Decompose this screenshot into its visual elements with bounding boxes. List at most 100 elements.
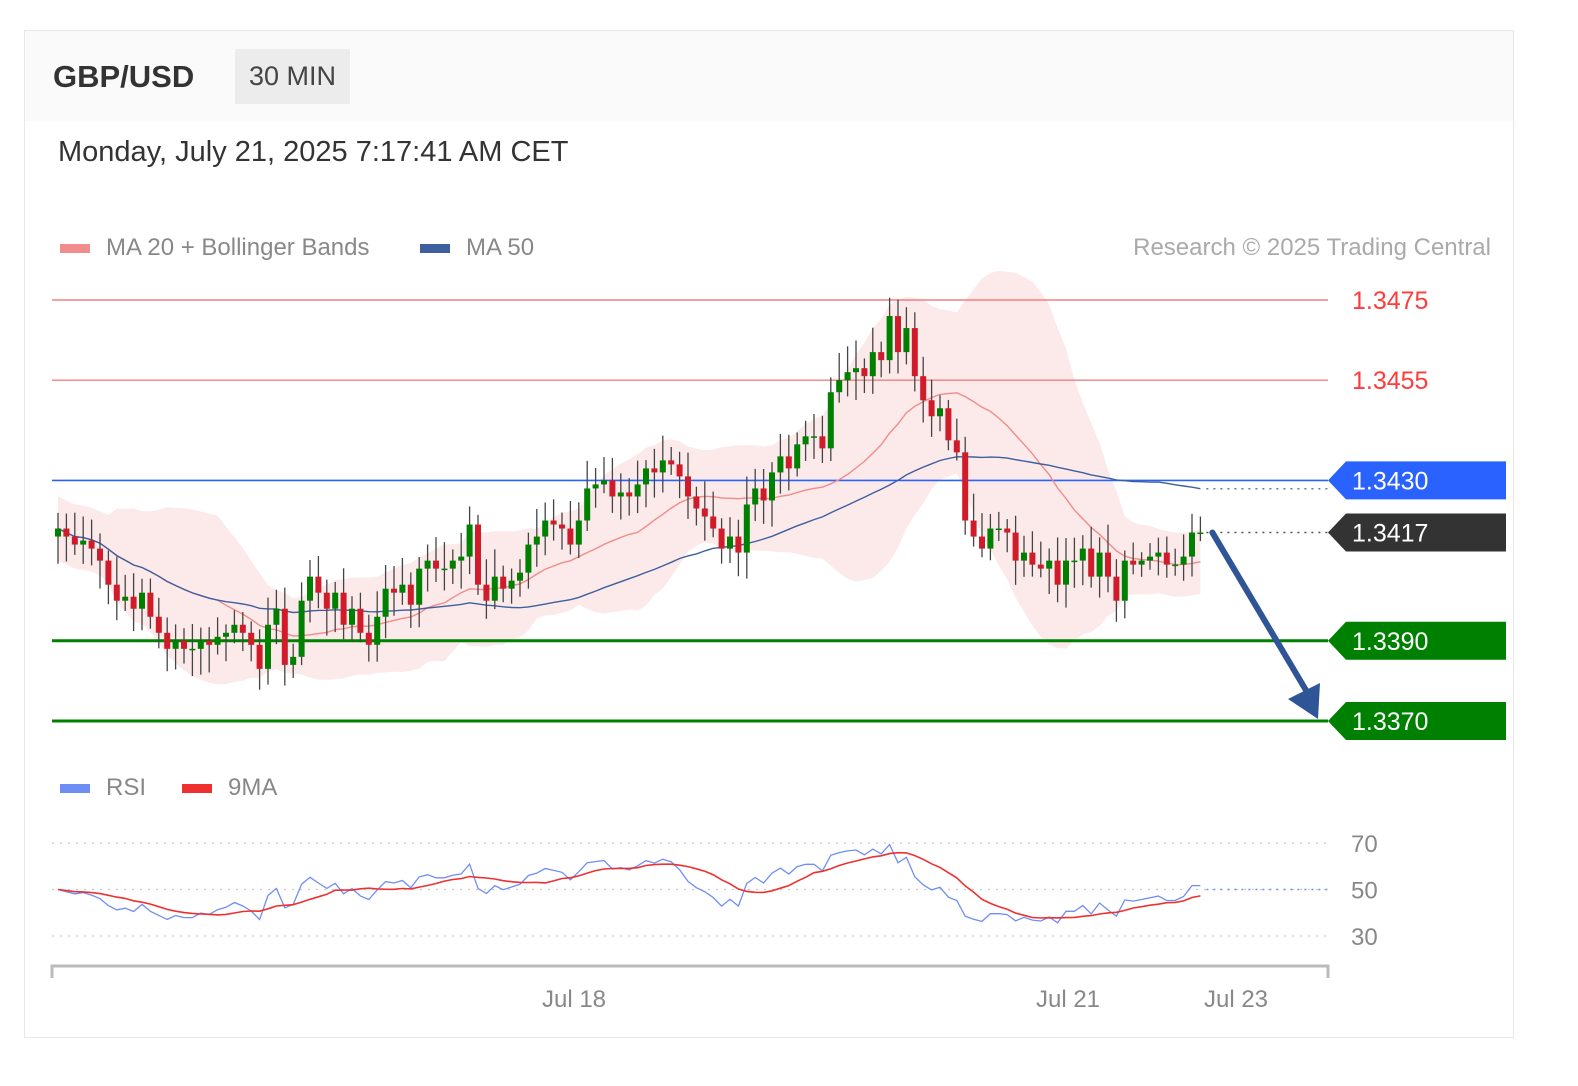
candle-body	[80, 540, 87, 545]
candle-body	[323, 592, 330, 609]
x-tick-label: Jul 18	[542, 986, 606, 1013]
candle-body	[525, 544, 532, 573]
candle-body	[122, 596, 129, 601]
candle-body	[651, 468, 658, 473]
candle-body	[1096, 552, 1103, 577]
candle-body	[979, 536, 985, 549]
candle-body	[668, 460, 675, 465]
candle	[475, 514, 481, 595]
candle-body	[575, 520, 582, 545]
resistance-1-label: 1.3455	[1352, 367, 1428, 395]
support-2-label: 1.3370	[1328, 702, 1506, 740]
rsi-tick-70: 70	[1351, 831, 1378, 858]
candle-body	[802, 436, 809, 445]
candle-body	[1172, 564, 1179, 567]
candle-body	[248, 632, 255, 645]
candle-body	[701, 508, 708, 517]
candle-body	[424, 560, 431, 569]
candle-body	[181, 640, 187, 649]
candle-body	[239, 624, 246, 633]
candle-body	[155, 616, 162, 633]
candle-body	[601, 480, 607, 485]
candle-body	[139, 592, 145, 609]
candle-body	[88, 540, 95, 549]
candle-body	[382, 588, 389, 617]
candle-body	[643, 468, 649, 485]
candle-body	[785, 456, 792, 469]
pivot-label: 1.3430	[1328, 461, 1506, 500]
candle-body	[911, 328, 918, 377]
candle-body	[659, 460, 666, 473]
candle-body	[727, 536, 733, 549]
bollinger-bands	[58, 271, 1201, 685]
candle-body	[869, 352, 876, 377]
candle-body	[844, 372, 851, 381]
candle-body	[1004, 528, 1011, 533]
candle-body	[281, 608, 288, 665]
x-tick-label: Jul 23	[1204, 986, 1268, 1013]
candle-body	[886, 316, 893, 361]
candle-body	[710, 516, 717, 529]
candle-body	[500, 576, 507, 589]
candle-body	[357, 608, 364, 633]
support-2-value: 1.3370	[1352, 708, 1428, 736]
candle-body	[626, 492, 633, 497]
candle-body	[760, 488, 767, 501]
candle-body	[97, 548, 103, 561]
candle-body	[63, 528, 70, 537]
candle-body	[592, 484, 599, 489]
candle-body	[1163, 552, 1170, 565]
candle-body	[508, 580, 515, 589]
candle-body	[290, 656, 297, 665]
candle-body	[147, 592, 154, 617]
candle-body	[1054, 560, 1061, 585]
candle-body	[197, 640, 204, 649]
candle-body	[752, 488, 759, 505]
candle-body	[693, 496, 700, 509]
resistance-2-value: 1.3475	[1352, 287, 1428, 315]
candle-body	[937, 408, 943, 417]
candle-body	[1138, 560, 1145, 565]
candle-body	[878, 352, 885, 361]
candle-body	[172, 640, 179, 649]
candle-body	[273, 608, 280, 625]
candle-body	[391, 588, 397, 593]
candle-body	[164, 632, 171, 649]
rsi-line	[57, 843, 1201, 924]
candle-body	[214, 636, 221, 645]
candle-body	[794, 444, 801, 469]
bollinger-band-fill	[58, 271, 1201, 685]
candle-body	[559, 524, 565, 529]
x-tick-label: Jul 21	[1036, 986, 1100, 1013]
resistance-2-label: 1.3475	[1352, 287, 1428, 315]
support-1-value: 1.3390	[1352, 628, 1428, 656]
candle-body	[836, 380, 843, 393]
current-label: 1.3417	[1328, 513, 1506, 552]
candle-body	[189, 648, 196, 651]
candle-body	[1071, 560, 1078, 563]
candle-body	[769, 472, 775, 501]
candle-body	[1029, 552, 1036, 565]
rsi-ma-line	[57, 851, 1201, 919]
candle-body	[1079, 548, 1086, 561]
candle-body	[676, 464, 683, 477]
candle-body	[105, 560, 112, 585]
candle-body	[1197, 532, 1204, 535]
candle-body	[1063, 560, 1069, 585]
candle-body	[861, 368, 868, 377]
candle-body	[1037, 564, 1044, 569]
current-value: 1.3417	[1352, 520, 1428, 548]
candle-body	[987, 528, 994, 549]
candle-body	[307, 576, 313, 601]
candle-body	[584, 488, 591, 521]
pivot-value: 1.3430	[1352, 467, 1428, 495]
candle	[584, 460, 591, 531]
candle-body	[1130, 560, 1137, 565]
candle-body	[533, 536, 540, 545]
candle-body	[685, 476, 691, 497]
x-axis-line	[50, 964, 1330, 978]
rsi-panel: 70 50 30	[52, 831, 1378, 951]
candle-body	[895, 316, 901, 353]
candle-body	[928, 400, 935, 417]
candle-body	[365, 632, 372, 645]
